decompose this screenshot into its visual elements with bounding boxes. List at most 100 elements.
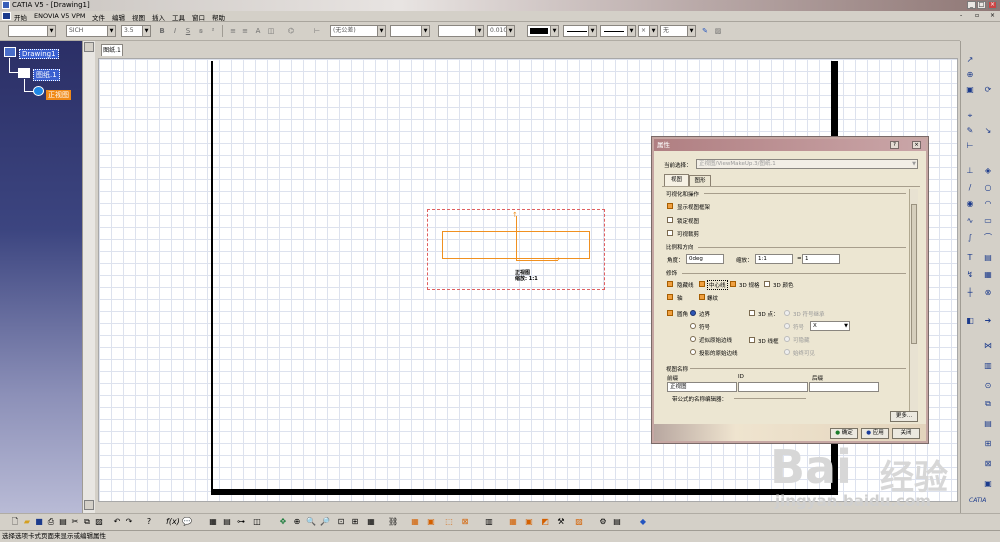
line-icon[interactable]: / <box>965 183 975 193</box>
scroll-up-icon[interactable] <box>84 42 94 52</box>
apply-button[interactable]: ● 应用 <box>861 428 889 439</box>
prefix-field[interactable]: 正视图 <box>667 382 737 392</box>
approx-edges-radio[interactable] <box>690 336 696 342</box>
view-tool-icon[interactable]: ◫ <box>252 517 262 527</box>
render-icon[interactable]: ▨ <box>574 517 584 527</box>
layer-icon[interactable]: ◆ <box>638 517 648 527</box>
color-combo[interactable]: ▼ <box>527 25 559 37</box>
threed-colors-checkbox[interactable] <box>764 281 770 287</box>
weld-icon[interactable]: ⋈ <box>983 341 993 351</box>
dress-icon[interactable]: ▦ <box>410 517 420 527</box>
copy-icon[interactable]: ⧉ <box>983 399 993 409</box>
font-name-combo[interactable]: SICH ▼ <box>66 25 116 37</box>
doc-restore-button[interactable]: ▫ <box>975 12 979 19</box>
area-fill-icon[interactable]: ◧ <box>965 316 975 326</box>
projected-edges-radio[interactable] <box>690 349 696 355</box>
arrow-icon[interactable]: ➔ <box>983 316 993 326</box>
align-center-icon[interactable]: ≡ <box>240 26 250 36</box>
circle-tool-icon[interactable]: ◉ <box>965 199 975 209</box>
lock-view-checkbox[interactable] <box>667 217 673 223</box>
frame-icon[interactable]: ▣ <box>426 517 436 527</box>
menu-insert[interactable]: 插入 <box>152 12 165 22</box>
close-window-button[interactable]: × <box>988 1 997 9</box>
projection-icon[interactable]: ▣ <box>965 85 975 95</box>
spline-icon[interactable]: ∿ <box>965 216 975 226</box>
sheet-nav-icon[interactable]: ▤ <box>612 517 622 527</box>
align-left-icon[interactable]: ≡ <box>228 26 238 36</box>
menu-help[interactable]: 帮助 <box>212 12 225 22</box>
menu-view[interactable]: 视图 <box>132 12 145 22</box>
tools-icon[interactable]: ⚒ <box>556 517 566 527</box>
visual-clipping-checkbox[interactable] <box>667 230 673 236</box>
paste-icon[interactable]: ▨ <box>94 517 104 527</box>
select-icon[interactable]: ↗ <box>965 55 975 65</box>
numerical-display-combo[interactable]: ▼ <box>438 25 484 37</box>
new-icon[interactable]: 🗋 <box>10 517 20 527</box>
zoom-in-icon[interactable]: 🔍 <box>306 517 316 527</box>
circle-icon[interactable]: ○ <box>983 183 993 193</box>
linetype-combo[interactable]: ▼ <box>563 25 597 37</box>
geometry-icon[interactable]: ⬚ <box>444 517 454 527</box>
view-icon[interactable] <box>33 86 44 96</box>
catia-app-icon[interactable] <box>2 1 10 9</box>
detail-icon[interactable]: ▣ <box>524 517 534 527</box>
table-tool-icon[interactable]: ▦ <box>208 517 218 527</box>
suffix-field[interactable] <box>809 382 879 392</box>
thread-checkbox[interactable] <box>699 294 705 300</box>
drawing-icon[interactable] <box>4 47 16 57</box>
tree-scrollbar[interactable] <box>82 41 95 513</box>
normal-view-icon[interactable]: ⊞ <box>350 517 360 527</box>
balloon-icon[interactable]: ⊙ <box>983 381 993 391</box>
symbol-icon[interactable]: ⌬ <box>286 26 296 36</box>
pan-icon[interactable]: ✥ <box>278 517 288 527</box>
menu-enovia[interactable]: ENOVIA V5 VPM <box>34 12 85 20</box>
center-lines-checkbox[interactable] <box>699 281 705 287</box>
underline-icon[interactable]: S <box>183 26 193 36</box>
sheet-tool-icon[interactable]: ▤ <box>222 517 232 527</box>
paint-icon[interactable]: ✎ <box>700 26 710 36</box>
style-combo[interactable]: ▼ <box>8 25 56 37</box>
bom-icon[interactable]: ▥ <box>983 361 993 371</box>
axis-line-icon[interactable]: ┼ <box>965 288 975 298</box>
doc-minimize-button[interactable]: - <box>960 12 962 19</box>
tolerance-combo[interactable]: (无公差) ▼ <box>330 25 386 37</box>
scroll-down-icon[interactable] <box>84 500 94 510</box>
view-create-icon[interactable]: ⊕ <box>965 70 975 80</box>
leader-icon[interactable]: ↯ <box>965 270 975 280</box>
dimension-icon[interactable]: ⊢ <box>312 26 322 36</box>
layers-icon[interactable]: ▤ <box>983 419 993 429</box>
threed-spec-inherit-radio[interactable] <box>784 310 790 316</box>
whats-this-icon[interactable]: ? <box>144 517 154 527</box>
print-icon[interactable]: ⎙ <box>46 517 56 527</box>
settings-icon[interactable]: ⚙ <box>598 517 608 527</box>
boundaries-radio[interactable] <box>690 310 696 316</box>
bold-icon[interactable]: B <box>157 26 167 36</box>
save-icon[interactable]: ■ <box>34 517 44 527</box>
dialog-close-x-button[interactable]: × <box>912 141 921 149</box>
tab-graphics[interactable]: 图形 <box>689 175 711 186</box>
close-button[interactable]: 关闭 <box>892 428 920 439</box>
grid-icon[interactable]: ▦ <box>366 517 376 527</box>
tolerance-value-combo[interactable]: ▼ <box>390 25 430 37</box>
fit-all-icon[interactable]: ⊕ <box>292 517 302 527</box>
menu-edit[interactable]: 编辑 <box>112 12 125 22</box>
scrollbar-thumb[interactable] <box>911 204 917 344</box>
curve-icon[interactable]: ∫ <box>965 233 975 243</box>
position-icon[interactable]: ⊞ <box>983 439 993 449</box>
section-icon[interactable]: ▥ <box>484 517 494 527</box>
point-icon[interactable]: ⌖ <box>965 111 975 121</box>
dialog-title[interactable]: 属性 <box>654 139 926 151</box>
scale-numeric-field[interactable]: 1 <box>802 254 840 264</box>
annotation-icon[interactable]: ⊠ <box>460 517 470 527</box>
chain-icon[interactable]: ⛓ <box>388 517 398 527</box>
threed-spec-checkbox[interactable] <box>730 281 736 287</box>
generate-icon[interactable]: ▣ <box>983 479 993 489</box>
anchor-icon[interactable]: ◫ <box>266 26 276 36</box>
sheet-icon[interactable] <box>18 68 30 78</box>
title-block-icon[interactable]: ▦ <box>508 517 518 527</box>
tree-node-drawing[interactable]: Drawing1 <box>19 49 59 59</box>
tree-tool-icon[interactable]: ⊶ <box>236 517 246 527</box>
tab-sheet-1[interactable]: 图纸.1 <box>101 44 123 56</box>
symbol-radio[interactable] <box>690 323 696 329</box>
undo-icon[interactable]: ↶ <box>112 517 122 527</box>
